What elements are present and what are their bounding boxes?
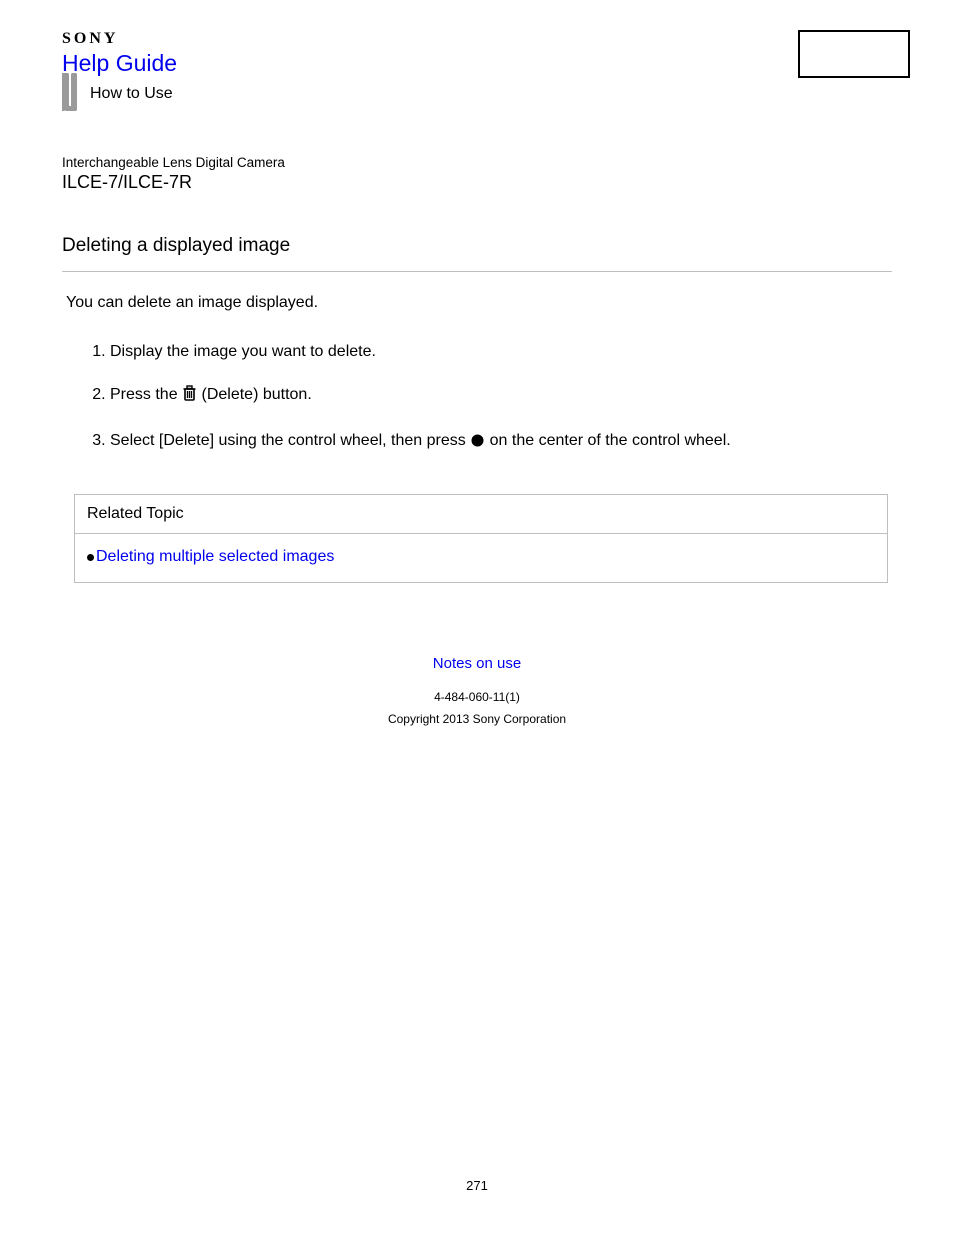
how-to-use-label: How to Use xyxy=(90,85,173,103)
intro-text: You can delete an image displayed. xyxy=(66,294,892,312)
page-number: 271 xyxy=(0,1178,954,1193)
steps-list: Display the image you want to delete. Pr… xyxy=(62,342,892,454)
step-1: Display the image you want to delete. xyxy=(110,342,892,363)
product-model: ILCE-7/ILCE-7R xyxy=(62,172,892,193)
document-number: 4-484-060-11(1) xyxy=(62,690,892,704)
how-to-use-row: How to Use xyxy=(62,77,892,117)
related-link[interactable]: Deleting multiple selected images xyxy=(96,548,334,566)
list-item: Deleting multiple selected images xyxy=(87,548,875,566)
step-prefix: Press the xyxy=(110,386,182,403)
page-title: Deleting a displayed image xyxy=(62,235,892,257)
related-topic-heading: Related Topic xyxy=(75,495,887,534)
step-suffix: (Delete) button. xyxy=(201,386,311,403)
page-container: SONY Help Guide How to Use Interchangeab… xyxy=(0,0,954,726)
bullet-icon xyxy=(87,554,94,561)
step-text: Display the image you want to delete. xyxy=(110,343,376,360)
top-right-box xyxy=(798,30,910,78)
related-topic-body: Deleting multiple selected images xyxy=(75,534,887,582)
product-type: Interchangeable Lens Digital Camera xyxy=(62,155,892,170)
step-2: Press the (Delete) button. xyxy=(110,385,892,409)
title-divider xyxy=(62,271,892,272)
trash-icon xyxy=(182,385,197,409)
step-3: Select [Delete] using the control wheel,… xyxy=(110,431,892,455)
related-topic-box: Related Topic Deleting multiple selected… xyxy=(74,494,888,583)
step-suffix: on the center of the control wheel. xyxy=(490,432,731,449)
brand-logo: SONY xyxy=(62,30,892,48)
step-prefix: Select [Delete] using the control wheel,… xyxy=(110,432,470,449)
center-button-icon xyxy=(470,433,485,455)
copyright: Copyright 2013 Sony Corporation xyxy=(62,712,892,726)
notes-on-use-link[interactable]: Notes on use xyxy=(62,655,892,672)
